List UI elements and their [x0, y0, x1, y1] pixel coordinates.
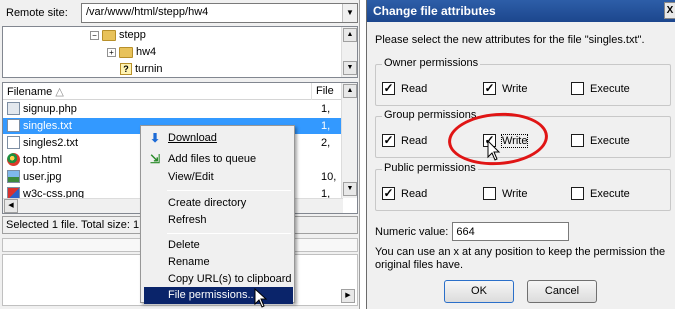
file-name: top.html — [23, 153, 63, 166]
dialog-titlebar: Change file attributes X — [367, 0, 675, 22]
scroll-up-icon[interactable]: ▲ — [343, 84, 357, 98]
expand-icon[interactable]: + — [107, 47, 116, 57]
file-name: singles2.txt — [23, 136, 79, 149]
unknown-folder-icon: ? — [120, 63, 132, 75]
owner-write-checkbox[interactable]: ✓ Write — [483, 82, 527, 95]
file-row[interactable]: signup.php 1, — [3, 101, 343, 117]
context-menu: ⬇ Download ⇲ Add files to queue View/Edit … — [140, 125, 295, 304]
group-execute-checkbox[interactable]: Execute — [571, 134, 630, 147]
checkmark-icon[interactable]: ✓ — [382, 82, 395, 95]
numeric-value-row: Numeric value: — [375, 222, 570, 241]
public-write-checkbox[interactable]: Write — [483, 187, 527, 200]
file-name: user.jpg — [23, 170, 62, 183]
screenshot-root: Remote site: /var/www/html/stepp/hw4 ▼ −… — [0, 0, 675, 309]
public-permissions-group: Public permissions ✓ Read Write Execute — [375, 162, 671, 211]
menu-item-refresh[interactable]: Refresh — [144, 212, 293, 229]
image-file-icon — [7, 170, 20, 183]
remote-site-bar: Remote site: /var/www/html/stepp/hw4 ▼ — [2, 2, 358, 24]
add-queue-icon: ⇲ — [149, 152, 161, 166]
public-execute-checkbox[interactable]: Execute — [571, 187, 630, 200]
scroll-down-icon[interactable]: ▼ — [343, 182, 357, 196]
group-read-checkbox[interactable]: ✓ Read — [382, 134, 427, 147]
tree-scrollbar[interactable]: ▲ ▼ — [341, 27, 357, 77]
menu-separator — [167, 190, 291, 191]
collapse-icon[interactable]: − — [90, 30, 99, 40]
dropdown-arrow-icon[interactable]: ▼ — [342, 4, 357, 22]
scroll-left-icon[interactable]: ◀ — [4, 199, 18, 213]
file-list-header: Filename △ File — [3, 83, 343, 100]
menu-item-create-directory[interactable]: Create directory — [144, 195, 293, 212]
tree-item-label: stepp — [119, 29, 146, 41]
numeric-value-label: Numeric value: — [375, 225, 449, 238]
tree-item-hw4[interactable]: + hw4 — [107, 44, 156, 60]
file-size: 10, — [321, 171, 337, 183]
php-file-icon — [7, 102, 20, 115]
sort-ascending-icon: △ — [55, 86, 64, 98]
file-list-scrollbar[interactable]: ▲ ▼ — [341, 83, 357, 198]
dialog-title: Change file attributes — [373, 4, 496, 18]
file-name: singles.txt — [23, 119, 72, 132]
checkmark-icon[interactable]: ✓ — [382, 187, 395, 200]
menu-item-file-permissions[interactable]: File permissions... — [144, 287, 293, 304]
column-filesize[interactable]: File — [316, 85, 334, 97]
scroll-down-icon[interactable]: ▼ — [343, 61, 357, 75]
ok-button[interactable]: OK — [444, 280, 514, 303]
menu-item-view-edit[interactable]: View/Edit — [144, 169, 293, 186]
owner-execute-checkbox[interactable]: Execute — [571, 82, 630, 95]
checkmark-icon[interactable]: ✓ — [382, 134, 395, 147]
remote-file-pane: Remote site: /var/www/html/stepp/hw4 ▼ −… — [0, 0, 360, 309]
tree-item-turnin[interactable]: ? turnin — [120, 61, 163, 77]
cancel-button[interactable]: Cancel — [527, 280, 597, 303]
menu-item-download[interactable]: ⬇ Download — [144, 130, 293, 147]
file-size: 2, — [321, 137, 331, 149]
menu-item-add-to-queue[interactable]: ⇲ Add files to queue — [144, 151, 293, 168]
directory-tree: − stepp + hw4 ? turnin ▲ ▼ — [2, 26, 358, 78]
owner-permissions-group: Owner permissions ✓ Read ✓ Write Execute — [375, 57, 671, 106]
text-file-icon — [7, 119, 20, 132]
download-arrow-icon: ⬇ — [149, 131, 161, 145]
menu-item-copy-url[interactable]: Copy URL(s) to clipboard — [144, 271, 293, 288]
menu-item-delete[interactable]: Delete — [144, 237, 293, 254]
file-size: 1, — [321, 120, 331, 132]
tree-item-label: hw4 — [136, 46, 157, 58]
tree-item-label: turnin — [135, 63, 163, 75]
chrome-html-icon — [7, 153, 20, 166]
remote-site-combobox[interactable]: /var/www/html/stepp/hw4 ▼ — [81, 3, 358, 23]
dialog-prompt: Please select the new attributes for the… — [375, 34, 645, 46]
tree-item-stepp[interactable]: − stepp — [90, 27, 146, 43]
close-icon[interactable]: X — [664, 2, 675, 19]
text-file-icon — [7, 136, 20, 149]
group-title: Public permissions — [382, 162, 478, 174]
folder-icon — [102, 29, 116, 41]
scroll-up-icon[interactable]: ▲ — [343, 28, 357, 42]
column-divider[interactable] — [311, 83, 312, 100]
help-text: You can use an x at any position to keep… — [375, 246, 666, 271]
file-name: signup.php — [23, 102, 77, 115]
checkmark-icon[interactable]: ✓ — [483, 82, 496, 95]
mouse-cursor-icon — [487, 140, 501, 161]
public-read-checkbox[interactable]: ✓ Read — [382, 187, 427, 200]
scroll-right-icon[interactable]: ▶ — [341, 289, 355, 303]
column-filename[interactable]: Filename △ — [7, 85, 64, 98]
numeric-value-input[interactable] — [452, 222, 570, 241]
remote-site-path: /var/www/html/stepp/hw4 — [86, 6, 209, 18]
file-size: 1, — [321, 103, 331, 115]
menu-separator — [167, 233, 291, 234]
menu-item-rename[interactable]: Rename — [144, 254, 293, 271]
folder-icon — [119, 46, 133, 58]
group-title: Owner permissions — [382, 57, 481, 69]
owner-read-checkbox[interactable]: ✓ Read — [382, 82, 427, 95]
remote-site-label: Remote site: — [6, 7, 68, 19]
group-title: Group permissions — [382, 109, 479, 121]
mouse-cursor-icon — [254, 288, 268, 308]
